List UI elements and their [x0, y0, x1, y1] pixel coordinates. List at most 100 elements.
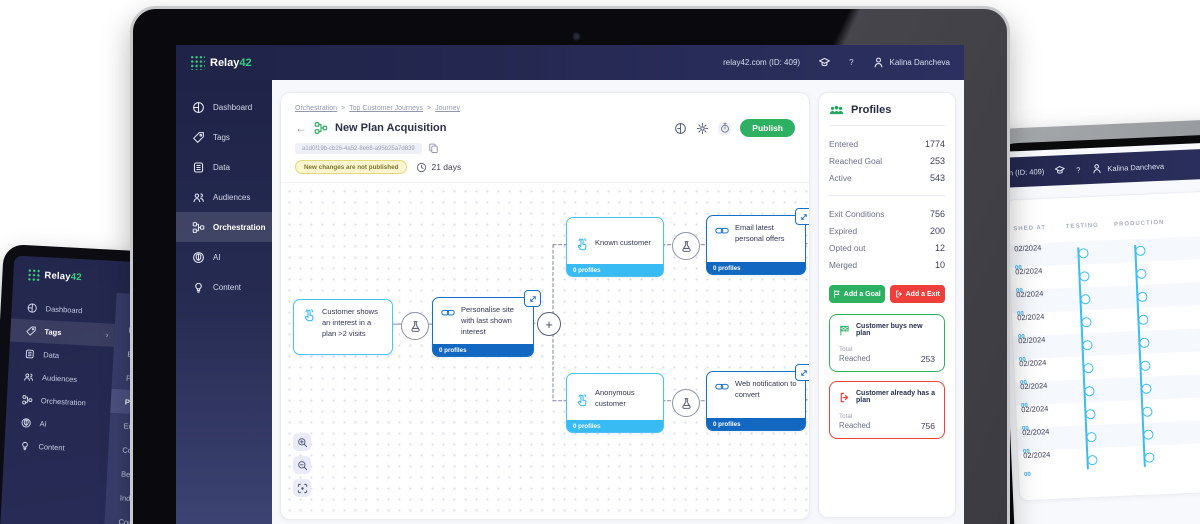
table-row[interactable]: 02/2024 00 — [1018, 441, 1200, 478]
breadcrumb-orchestration[interactable]: Orchestration — [295, 105, 337, 112]
gear-icon[interactable] — [696, 122, 709, 135]
back-arrow-icon[interactable]: ← — [295, 122, 307, 134]
ai-icon — [192, 251, 205, 264]
journey-canvas[interactable]: Customer shows an interest in a plan >2 … — [281, 182, 809, 519]
exit-icon — [839, 392, 850, 403]
node-action-email-offers[interactable]: Email latest personal offers 0 profiles — [706, 215, 806, 275]
testing-dot[interactable] — [1086, 431, 1097, 442]
dashboard-icon — [26, 302, 38, 314]
sidebar-item-dashboard[interactable]: Dashboard — [176, 92, 272, 122]
left-tablet-sidebar: Dashboard Tags › Data Audiences Orchestr… — [4, 296, 116, 462]
user-icon — [872, 56, 885, 69]
sidebar-item-content[interactable]: Content — [4, 433, 109, 461]
testing-dot[interactable] — [1078, 247, 1089, 259]
production-dot[interactable] — [1140, 360, 1151, 371]
tap-icon — [575, 393, 589, 407]
testing-dot[interactable] — [1082, 339, 1093, 350]
zoom-out-button[interactable] — [293, 456, 311, 474]
academy-icon[interactable] — [818, 56, 831, 69]
right-tablet-bezel: n (ID: 409) ? Kalina Dancheva SHED AT TE… — [989, 132, 1200, 524]
profiles-count-bar: 0 profiles — [567, 420, 663, 432]
production-dot[interactable] — [1141, 383, 1152, 394]
production-dot[interactable] — [1135, 245, 1146, 256]
node-trigger-plan-interest[interactable]: Customer shows an interest in a plan >2 … — [293, 299, 393, 355]
content-icon — [192, 281, 205, 294]
user-name: Kalina Dancheva — [889, 58, 950, 67]
sidebar-item-ai[interactable]: AI — [176, 242, 272, 272]
add-goal-button[interactable]: Add a Goal — [829, 285, 885, 303]
journey-duration: 21 days — [431, 162, 462, 172]
breadcrumb-separator: > — [341, 105, 346, 112]
journey-title: New Plan Acquisition — [335, 122, 447, 134]
profiles-count-bar: 0 profiles — [433, 344, 533, 356]
right-tablet-topbar: n (ID: 409) ? Kalina Dancheva — [998, 147, 1200, 188]
sidebar-item-content[interactable]: Content — [176, 272, 272, 302]
user-menu[interactable]: Kalina Dancheva — [872, 56, 950, 69]
table-rows: 02/2024 00 02/2024 00 02/2024 00 02/2024 00 … — [1009, 234, 1200, 478]
experiment-flask-icon[interactable] — [672, 389, 700, 417]
experiment-flask-icon[interactable] — [401, 312, 429, 340]
production-dot[interactable] — [1137, 291, 1148, 302]
expand-icon[interactable] — [524, 290, 541, 307]
expand-icon[interactable] — [795, 364, 809, 381]
user-menu[interactable]: Kalina Dancheva — [1090, 160, 1164, 175]
timer-icon[interactable] — [718, 121, 732, 135]
sidebar-item-data[interactable]: Data — [176, 152, 272, 182]
testing-dot[interactable] — [1084, 385, 1095, 396]
testing-dot[interactable] — [1079, 270, 1090, 282]
tag-icon — [192, 131, 205, 144]
publishing-table-card: SHED AT TESTING PRODUCTION 02/2024 00 02/… — [1006, 189, 1200, 502]
stat-reached-goal: Reached Goal 253 — [829, 155, 945, 166]
node-action-web-notification[interactable]: Web notification to convert 0 profiles — [706, 371, 806, 431]
expand-icon[interactable] — [795, 208, 809, 225]
breadcrumb-top-customer-journeys[interactable]: Top Customer Journeys — [349, 105, 423, 112]
breadcrumb-journey[interactable]: Journey — [435, 105, 460, 112]
link-icon — [441, 306, 455, 320]
testing-dot[interactable] — [1083, 362, 1094, 373]
stat-expired: Expired 200 — [829, 225, 945, 236]
production-dot[interactable] — [1143, 428, 1154, 440]
stage: Relay42 Dashboard Tags › Data Audiences … — [0, 0, 1200, 524]
exit-card[interactable]: Customer already has a plan Total Reache… — [829, 381, 945, 439]
node-trigger-anonymous-customer[interactable]: Anonymous customer 0 profiles — [566, 373, 664, 433]
production-dot[interactable] — [1142, 405, 1153, 417]
relay42-dot-mark-icon — [27, 268, 41, 282]
column-published-at: SHED AT — [1013, 224, 1047, 233]
orchestration-icon — [22, 394, 34, 406]
testing-dot[interactable] — [1087, 454, 1098, 465]
relay42-logo: Relay42 — [27, 268, 82, 284]
profiles-count-bar: 0 profiles — [707, 262, 805, 274]
add-step-button[interactable]: + — [537, 312, 561, 336]
testing-dot[interactable] — [1080, 293, 1091, 305]
production-dot[interactable] — [1136, 268, 1147, 279]
node-action-personalise-site[interactable]: Personalise site with last shown interes… — [432, 297, 534, 357]
production-dot[interactable] — [1144, 451, 1155, 463]
account-label[interactable]: relay42.com (ID: 409) — [723, 58, 800, 67]
stat-merged: Merged 10 — [829, 259, 945, 270]
right-tablet-screen: n (ID: 409) ? Kalina Dancheva SHED AT TE… — [997, 141, 1200, 524]
testing-dot[interactable] — [1081, 316, 1092, 327]
help-icon[interactable]: ? — [849, 58, 853, 67]
report-icon[interactable] — [674, 122, 687, 135]
fit-to-screen-button[interactable] — [293, 479, 311, 497]
academy-icon[interactable] — [1054, 164, 1067, 177]
experiment-flask-icon[interactable] — [672, 232, 700, 260]
production-dot[interactable] — [1138, 314, 1149, 325]
add-exit-button[interactable]: Add a Exit — [889, 285, 945, 303]
status-badge: New changes are not published — [295, 160, 408, 174]
zoom-in-button[interactable] — [293, 433, 311, 451]
help-icon[interactable]: ? — [1076, 165, 1081, 174]
relay42-logo: Relay42 — [190, 55, 252, 70]
sidebar-item-audiences[interactable]: Audiences — [176, 182, 272, 212]
publish-button[interactable]: Publish — [740, 119, 795, 137]
sidebar-item-orchestration[interactable]: Orchestration — [176, 212, 272, 242]
copy-icon[interactable] — [428, 143, 439, 154]
profiles-count-bar: 0 profiles — [707, 418, 805, 430]
orchestration-icon — [192, 221, 205, 234]
goal-card[interactable]: Customer buys new plan Total Reached 253 — [829, 314, 945, 372]
production-dot[interactable] — [1139, 337, 1150, 348]
node-trigger-known-customer[interactable]: Known customer 0 profiles — [566, 217, 664, 277]
sidebar-item-tags[interactable]: Tags — [176, 122, 272, 152]
testing-dot[interactable] — [1085, 408, 1096, 419]
user-icon — [1090, 162, 1103, 175]
